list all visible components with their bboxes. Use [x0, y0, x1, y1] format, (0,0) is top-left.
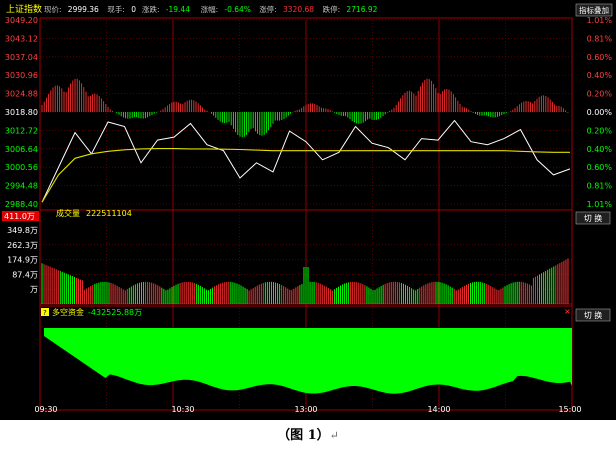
volume-tick: 万 [30, 285, 38, 294]
price-tick-left: 3000.56 [5, 163, 38, 172]
quote-field-value: 2999.36 [68, 5, 99, 14]
time-tick: 09:30 [34, 405, 57, 414]
volume-tick: 87.4万 [12, 270, 38, 279]
price-tick-right: 0.20% [587, 126, 613, 135]
quote-field-label: 现价: [44, 5, 62, 14]
price-tick-right: 0.60% [587, 163, 613, 172]
price-tick-left: 3030.96 [5, 71, 38, 80]
fund-area [40, 328, 572, 394]
volume-tick: 262.3万 [7, 241, 38, 250]
price-tick-left: 3043.12 [5, 34, 38, 43]
volume-tick: 349.8万 [7, 226, 38, 235]
fund-help-glyph: ? [43, 309, 47, 317]
quote-field-label: 涨跌: [142, 4, 160, 14]
caption-return-mark: ↵ [329, 429, 339, 442]
quote-field-value: 3320.68 [283, 5, 314, 14]
price-tick-left: 2994.48 [5, 182, 38, 191]
fund-close-icon[interactable]: × [564, 307, 571, 316]
switch-button-top-label: 切 换 [584, 213, 603, 223]
figure-caption: （图 1）↵ [0, 424, 616, 443]
stock-intraday-chart: 上证指数 现价: 2999.36 现手: 0 涨跌: -19.44 涨幅: -0.64% 涨停:… [0, 0, 616, 420]
caption-text: （图 1） [277, 428, 330, 443]
time-tick: 14:00 [427, 405, 450, 414]
price-tick-left: 3018.80 [5, 108, 38, 117]
quote-fields: 现价: 2999.36 现手: 0 涨跌: -19.44 涨幅: -0.64% 涨停: 3320.… [44, 4, 378, 14]
time-tick: 13:00 [294, 405, 317, 414]
quote-field-label: 涨幅: [201, 4, 219, 14]
price-tick-right: 0.40% [587, 71, 613, 80]
volume-bars [41, 258, 569, 304]
price-tick-right: 0.81% [587, 182, 613, 191]
price-tick-left: 3037.04 [5, 53, 38, 62]
price-tick-right: 0.81% [587, 34, 613, 43]
price-axis-left: 3049.20 3043.12 3037.04 3030.96 3024.88 3018.… [5, 16, 38, 209]
index-name: 上证指数 [6, 3, 42, 15]
price-tick-left: 3006.64 [5, 145, 38, 154]
time-tick: 15:00 [558, 405, 581, 414]
price-tick-right: 1.01% [587, 16, 613, 25]
overlay-indicator-label: 指标叠加 [579, 5, 609, 15]
quote-field-label: 跌停: [323, 4, 341, 14]
quote-field-value: -0.64% [224, 5, 251, 14]
price-tick-left: 2988.40 [5, 200, 38, 209]
switch-button-fund-label: 切 换 [584, 310, 603, 320]
quote-field-label: 涨停: [259, 4, 277, 14]
breadth-bars [41, 78, 569, 138]
price-tick-right: 1.01% [587, 200, 613, 209]
volume-tick: 174.9万 [7, 256, 38, 265]
fund-value: -432525.88万 [88, 308, 142, 317]
fund-label: 多空资金 [52, 307, 84, 317]
time-tick: 10:30 [171, 405, 194, 414]
quote-field-value: -19.44 [166, 5, 190, 14]
quote-field-value: 0 [131, 5, 136, 14]
volume-value: 222511104 [86, 209, 132, 218]
price-tick-left: 3049.20 [5, 16, 38, 25]
price-tick-left: 3012.72 [5, 126, 38, 135]
volume-max-label: 411.0万 [4, 212, 35, 221]
price-tick-right: 0.00% [587, 108, 613, 117]
volume-axis: 349.8万 262.3万 174.9万 87.4万万 [7, 226, 38, 294]
price-tick-right: 0.20% [587, 90, 613, 99]
price-tick-left: 3024.88 [5, 90, 38, 99]
price-axis-right: 1.01% 0.81% 0.60% 0.40% 0.20% 0.00% 0.20% 0.40%… [587, 16, 613, 209]
quote-field-label: 现手: [107, 4, 125, 14]
quote-field-value: 2716.92 [346, 5, 377, 14]
price-tick-right: 0.40% [587, 145, 613, 154]
volume-label: 成交量 [56, 208, 80, 218]
price-tick-right: 0.60% [587, 53, 613, 62]
